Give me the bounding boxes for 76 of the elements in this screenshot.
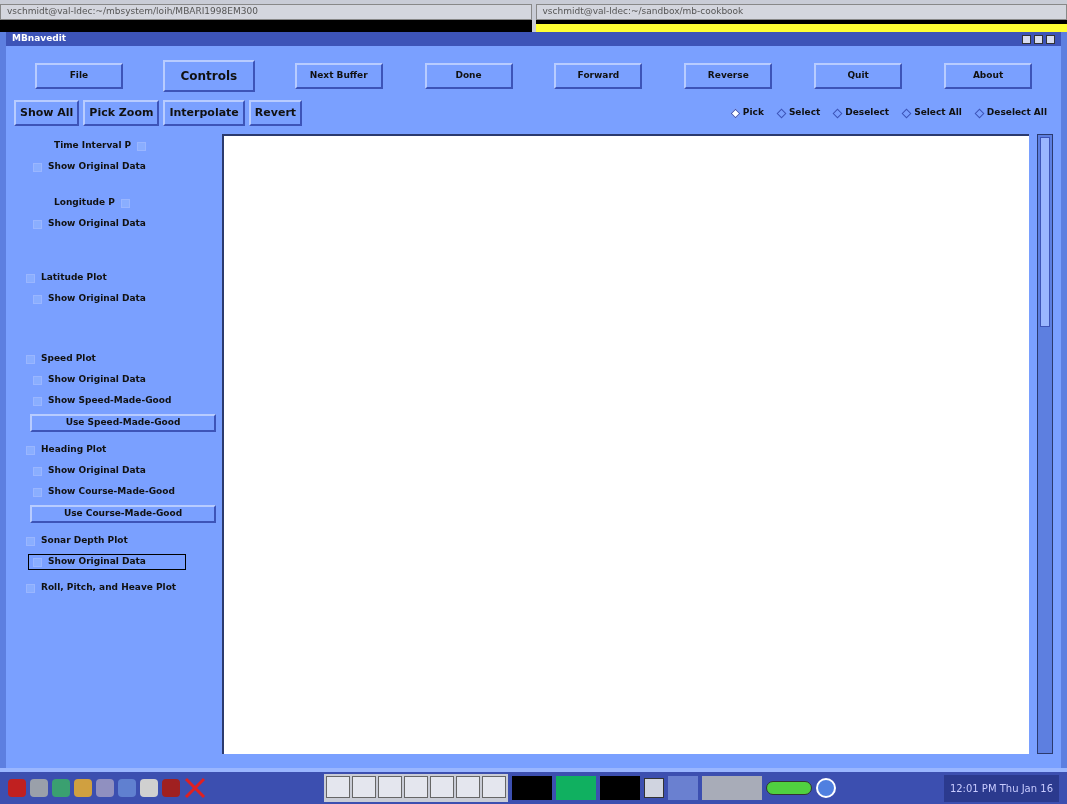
radio-option[interactable]: Pick bbox=[731, 106, 764, 120]
plot-label: Time Interval P bbox=[54, 139, 132, 153]
toolbar-button[interactable]: Reverse bbox=[684, 63, 773, 89]
window-button-icon[interactable] bbox=[456, 776, 480, 798]
checkbox[interactable] bbox=[33, 294, 42, 304]
checkbox[interactable] bbox=[26, 354, 35, 364]
window-title: vschmidt@val-ldec:~/mbsystem/loih/MBARI1998EM300 bbox=[7, 5, 258, 19]
workspace-thumbnail[interactable] bbox=[600, 776, 640, 800]
workspace-thumbnail[interactable] bbox=[668, 776, 698, 800]
option-button[interactable]: Use Course-Made-Good bbox=[30, 505, 216, 523]
option-label: Show Course-Made-Good bbox=[48, 485, 175, 499]
checkbox[interactable] bbox=[33, 375, 42, 385]
plot-label: Roll, Pitch, and Heave Plot bbox=[41, 581, 177, 595]
plot-label: Sonar Depth Plot bbox=[41, 534, 128, 548]
option-label: Show Original Data bbox=[48, 373, 146, 387]
close-x-icon[interactable] bbox=[184, 777, 206, 799]
checkbox[interactable] bbox=[26, 445, 35, 455]
checkbox[interactable] bbox=[33, 466, 42, 476]
toolbar-button[interactable]: Controls bbox=[162, 60, 255, 92]
launcher-icon[interactable] bbox=[118, 779, 136, 797]
checkbox[interactable] bbox=[120, 198, 130, 208]
radio-option[interactable]: Deselect All bbox=[975, 106, 1047, 120]
launcher-icon[interactable] bbox=[96, 779, 114, 797]
checkbox[interactable] bbox=[26, 536, 35, 546]
workspace-thumbnail[interactable] bbox=[556, 776, 596, 800]
plot-label: Speed Plot bbox=[41, 352, 96, 366]
plot-canvas[interactable] bbox=[222, 134, 1029, 754]
window-button-icon[interactable] bbox=[352, 776, 376, 798]
workspace-thumbnail[interactable] bbox=[702, 776, 762, 800]
clock: 12:01 PM Thu Jan 16 bbox=[943, 774, 1059, 802]
battery-icon bbox=[766, 781, 812, 795]
plot-label: Latitude Plot bbox=[41, 271, 107, 285]
radio-option[interactable]: Select All bbox=[903, 106, 962, 120]
checkbox[interactable] bbox=[137, 141, 147, 151]
plot-label: Longitude P bbox=[54, 196, 115, 210]
launcher-icon[interactable] bbox=[140, 779, 158, 797]
checkbox[interactable] bbox=[33, 557, 42, 567]
toolbar-button[interactable]: Forward bbox=[554, 63, 643, 89]
launcher-icon[interactable] bbox=[74, 779, 92, 797]
window-button-icon[interactable] bbox=[326, 776, 350, 798]
launcher-icon[interactable] bbox=[30, 779, 48, 797]
tool-button[interactable]: Show All bbox=[14, 100, 80, 126]
launcher-icon[interactable] bbox=[52, 779, 70, 797]
workspace-thumbnail[interactable] bbox=[512, 776, 552, 800]
tool-button[interactable]: Revert bbox=[248, 100, 303, 126]
option-label: Show Speed-Made-Good bbox=[48, 394, 172, 408]
option-button[interactable]: Use Speed-Made-Good bbox=[30, 414, 216, 432]
plot-label: Heading Plot bbox=[41, 443, 107, 457]
toolbar-button[interactable]: About bbox=[944, 63, 1033, 89]
checkbox[interactable] bbox=[33, 487, 42, 497]
window-button-icon[interactable] bbox=[404, 776, 428, 798]
window-title: MBnavedit bbox=[12, 32, 67, 46]
checkbox[interactable] bbox=[33, 219, 42, 229]
tool-button[interactable]: Interpolate bbox=[163, 100, 245, 126]
option-label: Show Original Data bbox=[48, 464, 146, 478]
scrollbar[interactable] bbox=[1037, 134, 1053, 754]
checkbox[interactable] bbox=[26, 273, 35, 283]
checkbox[interactable] bbox=[26, 583, 35, 593]
toolbar-button[interactable]: Done bbox=[424, 63, 513, 89]
option-label: Show Original Data bbox=[48, 160, 146, 174]
toolbar-button[interactable]: Quit bbox=[814, 63, 903, 89]
tool-button[interactable]: Pick Zoom bbox=[83, 100, 160, 126]
option-label: Show Original Data bbox=[48, 292, 146, 306]
toolbar-button[interactable]: Next Buffer bbox=[294, 63, 383, 89]
option-label: Show Original Data bbox=[48, 555, 146, 569]
radio-option[interactable]: Select bbox=[777, 106, 821, 120]
toolbar-button[interactable]: File bbox=[34, 63, 123, 89]
window-button-icon[interactable] bbox=[378, 776, 402, 798]
window-button-icon[interactable] bbox=[482, 776, 506, 798]
radio-option[interactable]: Deselect bbox=[834, 106, 890, 120]
option-label: Show Original Data bbox=[48, 217, 146, 231]
window-title: vschmidt@val-ldec:~/sandbox/mb-cookbook bbox=[542, 5, 744, 19]
launcher-icon[interactable] bbox=[8, 779, 26, 797]
checkbox[interactable] bbox=[33, 396, 42, 406]
window-button-icon[interactable] bbox=[430, 776, 454, 798]
checkbox[interactable] bbox=[33, 162, 42, 172]
